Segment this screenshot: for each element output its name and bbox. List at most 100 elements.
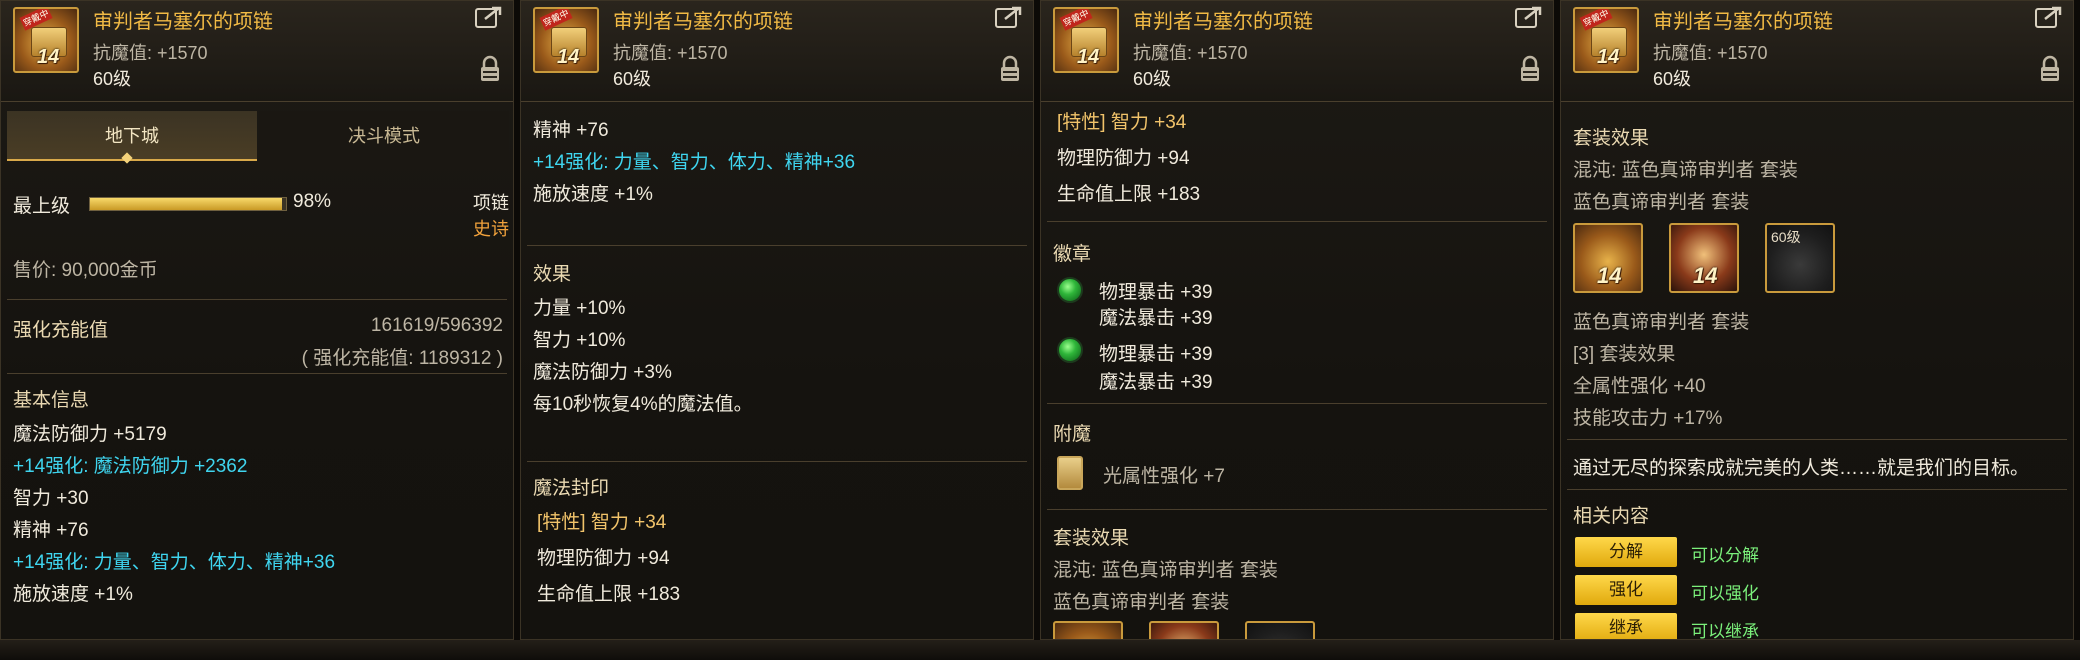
item-level: 60级: [93, 69, 132, 89]
bottom-bar: [0, 640, 2080, 660]
item-icon: 穿戴中 14: [1573, 7, 1639, 73]
stat-line: 精神 +76: [533, 120, 609, 141]
effect-title: 效果: [533, 264, 572, 285]
flavor-text: 通过无尽的探索成就完美的人类……就是我们的目标。: [1573, 458, 2030, 479]
effect-line: 智力 +10%: [533, 330, 626, 351]
reinforce-level: 14: [557, 46, 580, 68]
item-icon: 穿戴中 14: [533, 7, 599, 73]
enchant-title: 附魔: [1053, 424, 1092, 445]
related-text: 可以继承: [1691, 622, 1759, 640]
reinforce-button[interactable]: 强化: [1575, 575, 1677, 605]
item-name: 审判者马塞尔的项链: [1133, 11, 1313, 33]
stat-line: 施放速度 +1%: [13, 584, 133, 605]
rarity-percent: 98%: [293, 191, 332, 212]
share-icon[interactable]: [475, 5, 503, 29]
item-name: 审判者马塞尔的项链: [613, 11, 793, 33]
set-item-icon[interactable]: 14: [1573, 223, 1643, 293]
stat-line: +14强化: 力量、智力、体力、精神+36: [533, 152, 856, 173]
set-bonus-line: 全属性强化 +40: [1573, 376, 1706, 397]
resist-value: 抗魔值: +1570: [93, 43, 208, 63]
green-emblem-icon: [1057, 337, 1083, 363]
set-item-level: 60级: [1771, 229, 1801, 245]
item-name: 审判者马塞尔的项链: [1653, 11, 1833, 33]
set-effect-title: 套装效果: [1573, 128, 1650, 149]
item-header: 穿戴中 14 审判者马塞尔的项链 抗魔值: +1570 60级: [1561, 1, 2073, 102]
set-name: 蓝色真谛审判者 套装: [1573, 312, 1750, 333]
resist-value: 抗魔值: +1570: [613, 43, 728, 63]
item-slot: 项链: [473, 193, 509, 213]
seal-line: 物理防御力 +94: [1057, 148, 1190, 169]
item-header: 穿戴中 14 审判者马塞尔的项链 抗魔值: +1570 60级: [1041, 1, 1553, 102]
set-bonus-line: 技能攻击力 +17%: [1573, 408, 1723, 429]
inherit-button[interactable]: 继承: [1575, 613, 1677, 639]
lock-icon[interactable]: [999, 55, 1021, 83]
lock-icon[interactable]: [479, 55, 501, 83]
item-header: 穿戴中 14 审判者马塞尔的项链 抗魔值: +1570 60级: [521, 1, 1033, 102]
reinforce-level: 14: [1597, 46, 1620, 68]
set-effect-title: 套装效果: [1053, 528, 1130, 549]
sell-price: 售价: 90,000金币: [13, 260, 158, 281]
set-chaos: 混沌: 蓝色真谛审判者 套装: [1573, 160, 1798, 181]
reinforce-level: 14: [1693, 263, 1718, 288]
tab-dungeon[interactable]: 地下城: [7, 111, 257, 161]
set-name: 蓝色真谛审判者 套装: [1573, 192, 1750, 213]
stat-line: 魔法防御力 +5179: [13, 424, 167, 445]
item-level: 60级: [1133, 69, 1172, 89]
emblem-title: 徽章: [1053, 244, 1092, 265]
item-header: 穿戴中 14 审判者马塞尔的项链 抗魔值: +1570 60级: [1, 1, 513, 102]
basic-info-title: 基本信息: [13, 390, 90, 411]
set-item-icon[interactable]: [1053, 621, 1123, 639]
item-level: 60级: [613, 69, 652, 89]
tooltip-panel-1: 穿戴中 14 审判者马塞尔的项链 抗魔值: +1570 60级 地下城 决斗模式…: [0, 0, 514, 640]
seal-trait: [特性] 智力 +34: [1057, 112, 1187, 133]
share-icon[interactable]: [2035, 5, 2063, 29]
resist-value: 抗魔值: +1570: [1653, 43, 1768, 63]
reinforce-level: 14: [1077, 46, 1100, 68]
reinforce-charge-label: 强化充能值: [13, 320, 109, 341]
rarity-bar-fill: [90, 198, 283, 210]
effect-line: 每10秒恢复4%的魔法值。: [533, 394, 753, 415]
lock-icon[interactable]: [1519, 55, 1541, 83]
tooltip-panel-2: 穿戴中 14 审判者马塞尔的项链 抗魔值: +1570 60级 精神 +76 +…: [520, 0, 1034, 640]
emblem-stat: 物理暴击 +39: [1099, 344, 1213, 365]
tab-duel[interactable]: 决斗模式: [259, 111, 509, 161]
related-text: 可以强化: [1691, 584, 1759, 603]
set-name: 蓝色真谛审判者 套装: [1053, 592, 1230, 613]
effect-line: 魔法防御力 +3%: [533, 362, 672, 383]
enchant-card-icon: [1057, 456, 1083, 490]
lock-icon[interactable]: [2039, 55, 2061, 83]
rarity-bar: [89, 197, 287, 211]
item-grade: 史诗: [473, 219, 509, 239]
related-text: 可以分解: [1691, 546, 1759, 565]
share-icon[interactable]: [995, 5, 1023, 29]
emblem-stat: 魔法暴击 +39: [1099, 308, 1213, 329]
emblem-stat: 物理暴击 +39: [1099, 282, 1213, 303]
reinforce-level: 14: [1597, 263, 1622, 288]
set-bonus-title: [3] 套装效果: [1573, 344, 1676, 365]
seal-line: 生命值上限 +183: [537, 584, 681, 605]
share-icon[interactable]: [1515, 5, 1543, 29]
set-item-icon[interactable]: 14: [1669, 223, 1739, 293]
tooltip-panel-4: 穿戴中 14 审判者马塞尔的项链 抗魔值: +1570 60级 套装效果 混沌:…: [1560, 0, 2074, 640]
effect-line: 力量 +10%: [533, 298, 626, 319]
stat-line: +14强化: 力量、智力、体力、精神+36: [13, 552, 336, 573]
reinforce-charge-value: 161619/596392: [370, 315, 503, 336]
set-item-icon[interactable]: [1245, 621, 1315, 639]
enchant-value: 光属性强化 +7: [1103, 466, 1225, 487]
reinforce-level: 14: [37, 46, 60, 68]
mode-tabs: 地下城 决斗模式: [7, 111, 509, 161]
seal-line: 生命值上限 +183: [1057, 184, 1201, 205]
resist-value: 抗魔值: +1570: [1133, 43, 1248, 63]
set-chaos: 混沌: 蓝色真谛审判者 套装: [1053, 560, 1278, 581]
item-icon: 穿戴中 14: [1053, 7, 1119, 73]
set-item-icon[interactable]: [1149, 621, 1219, 639]
stat-line: 智力 +30: [13, 488, 89, 509]
rarity-label: 最上级: [13, 196, 71, 217]
tooltip-panel-3: 穿戴中 14 审判者马塞尔的项链 抗魔值: +1570 60级 [特性] 智力 …: [1040, 0, 1554, 640]
emblem-stat: 魔法暴击 +39: [1099, 372, 1213, 393]
disassemble-button[interactable]: 分解: [1575, 537, 1677, 567]
magic-seal-title: 魔法封印: [533, 478, 610, 499]
set-item-icon[interactable]: 60级: [1765, 223, 1835, 293]
related-title: 相关内容: [1573, 506, 1650, 527]
reinforce-charge-sub: ( 强化充能值: 1189312 ): [301, 348, 503, 369]
